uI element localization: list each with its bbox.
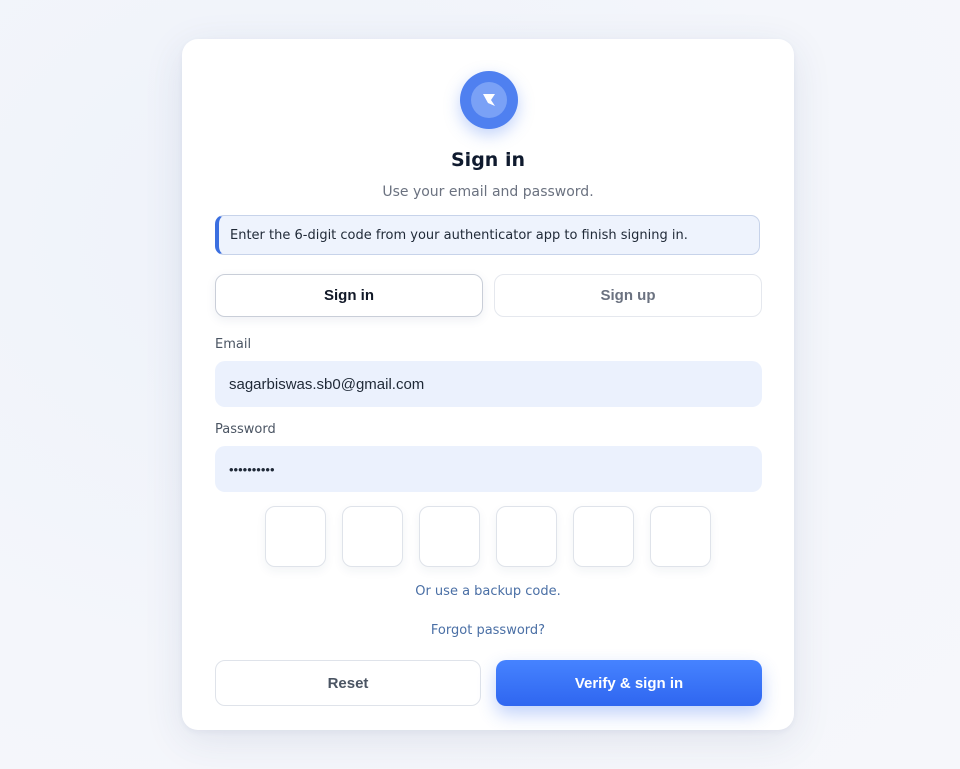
forgot-password-link-text: Forgot password? [430, 623, 546, 638]
verify-sign-in-button-label: Verify & sign in [574, 674, 684, 692]
email-label: Email [215, 337, 252, 352]
info-notice: Enter the 6-digit code from your authent… [215, 215, 760, 255]
forgot-password-link[interactable]: Forgot password? [182, 623, 794, 638]
otp-digit-4[interactable] [496, 506, 557, 567]
password-value: •••••••••• [229, 461, 275, 477]
otp-digit-2[interactable] [342, 506, 403, 567]
otp-digit-1[interactable] [265, 506, 326, 567]
tab-sign-in-label: Sign in [324, 287, 374, 304]
email-field[interactable]: sagarbiswas.sb0@gmail.com [215, 361, 762, 407]
otp-digit-6[interactable] [650, 506, 711, 567]
logo-icon [471, 82, 507, 118]
verify-sign-in-button[interactable]: Verify & sign in [496, 660, 762, 706]
app-logo [460, 71, 518, 129]
password-field[interactable]: •••••••••• [215, 446, 762, 492]
flag-icon [483, 94, 495, 106]
info-notice-text: Enter the 6-digit code from your authent… [230, 227, 688, 243]
backup-code-link[interactable]: Or use a backup code. [182, 584, 794, 599]
tab-sign-up-label: Sign up [600, 287, 656, 304]
otp-input-group [265, 506, 711, 567]
password-label: Password [215, 422, 276, 437]
reset-button[interactable]: Reset [215, 660, 481, 706]
email-value: sagarbiswas.sb0@gmail.com [229, 375, 425, 393]
tab-sign-in[interactable]: Sign in [215, 274, 483, 317]
reset-button-label: Reset [327, 674, 369, 692]
page-subtitle: Use your email and password. [382, 184, 594, 200]
otp-digit-3[interactable] [419, 506, 480, 567]
signin-card: Sign in Use your email and password. Ent… [182, 39, 794, 730]
backup-code-link-text: Or use a backup code. [415, 584, 561, 599]
tab-sign-up[interactable]: Sign up [494, 274, 762, 317]
page-title: Sign in [451, 149, 525, 171]
otp-digit-5[interactable] [573, 506, 634, 567]
